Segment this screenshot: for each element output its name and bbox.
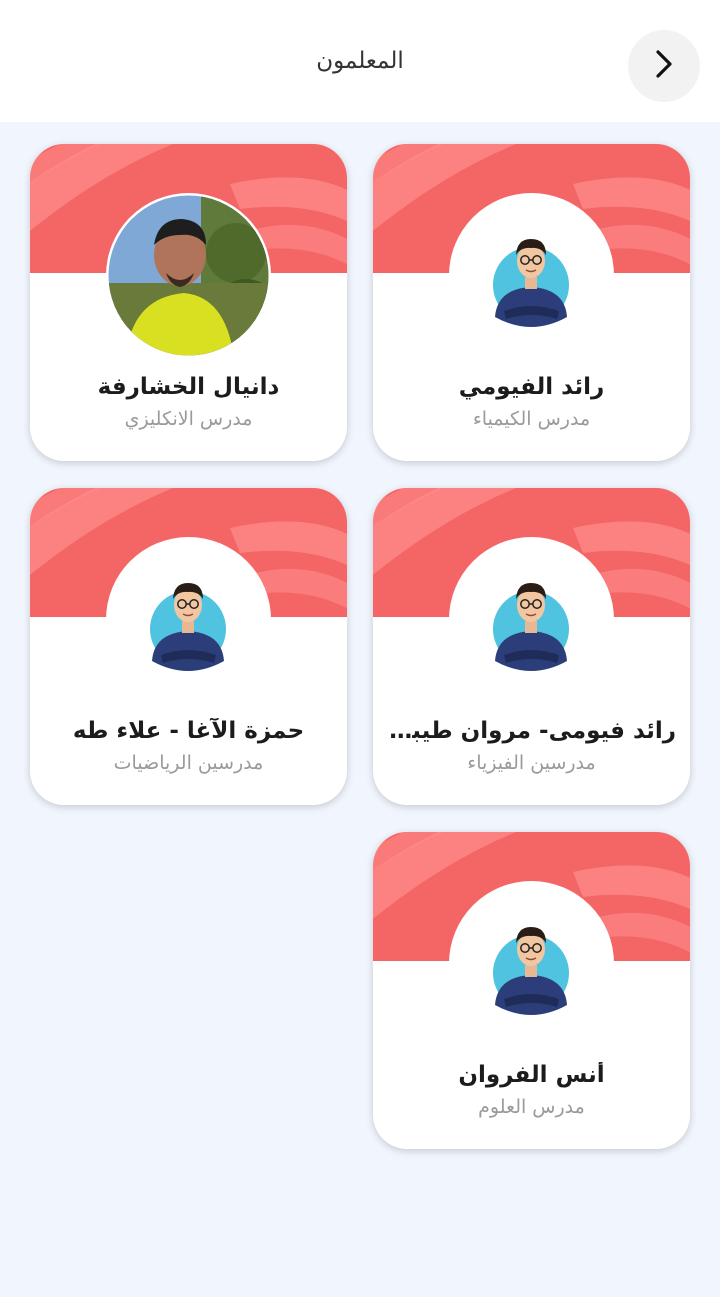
- page-title: المعلمون: [316, 48, 404, 74]
- back-button[interactable]: [628, 30, 700, 102]
- avatar: [106, 193, 271, 358]
- avatar: [449, 193, 614, 358]
- avatar: [449, 537, 614, 702]
- teacher-illustration-icon: [493, 583, 569, 671]
- teacher-subject: مدرس العلوم: [478, 1096, 585, 1118]
- teacher-name: أنس الفروان: [458, 1062, 605, 1088]
- teacher-subject: مدرس الانكليزي: [124, 408, 253, 430]
- teacher-card[interactable]: دانيال الخشارفة مدرس الانكليزي: [30, 144, 347, 461]
- teacher-illustration-icon: [493, 239, 569, 327]
- teacher-name: رائد فيومى- مروان طيبانى ...: [387, 718, 676, 744]
- teacher-subject: مدرس الكيمياء: [472, 408, 591, 430]
- teacher-card[interactable]: أنس الفروان مدرس العلوم: [373, 832, 690, 1149]
- teacher-subject: مدرسين الرياضيات: [113, 752, 264, 774]
- avatar: [106, 537, 271, 702]
- teacher-card[interactable]: رائد فيومى- مروان طيبانى ... مدرسين الفي…: [373, 488, 690, 805]
- teacher-card[interactable]: حمزة الآغا - علاء طه مدرسين الرياضيات: [30, 488, 347, 805]
- app-header: المعلمون: [0, 0, 720, 122]
- teacher-illustration-icon: [150, 583, 226, 671]
- chevron-right-icon: [652, 48, 676, 84]
- teacher-card[interactable]: رائد الفيومي مدرس الكيمياء: [373, 144, 690, 461]
- teacher-subject: مدرسين الفيزياء: [467, 752, 596, 774]
- teacher-name: حمزة الآغا - علاء طه: [72, 718, 305, 744]
- avatar: [449, 881, 614, 1046]
- teacher-illustration-icon: [493, 927, 569, 1015]
- teacher-name: رائد الفيومي: [458, 374, 605, 400]
- teacher-name: دانيال الخشارفة: [97, 374, 280, 400]
- person-photo-icon: [106, 193, 271, 358]
